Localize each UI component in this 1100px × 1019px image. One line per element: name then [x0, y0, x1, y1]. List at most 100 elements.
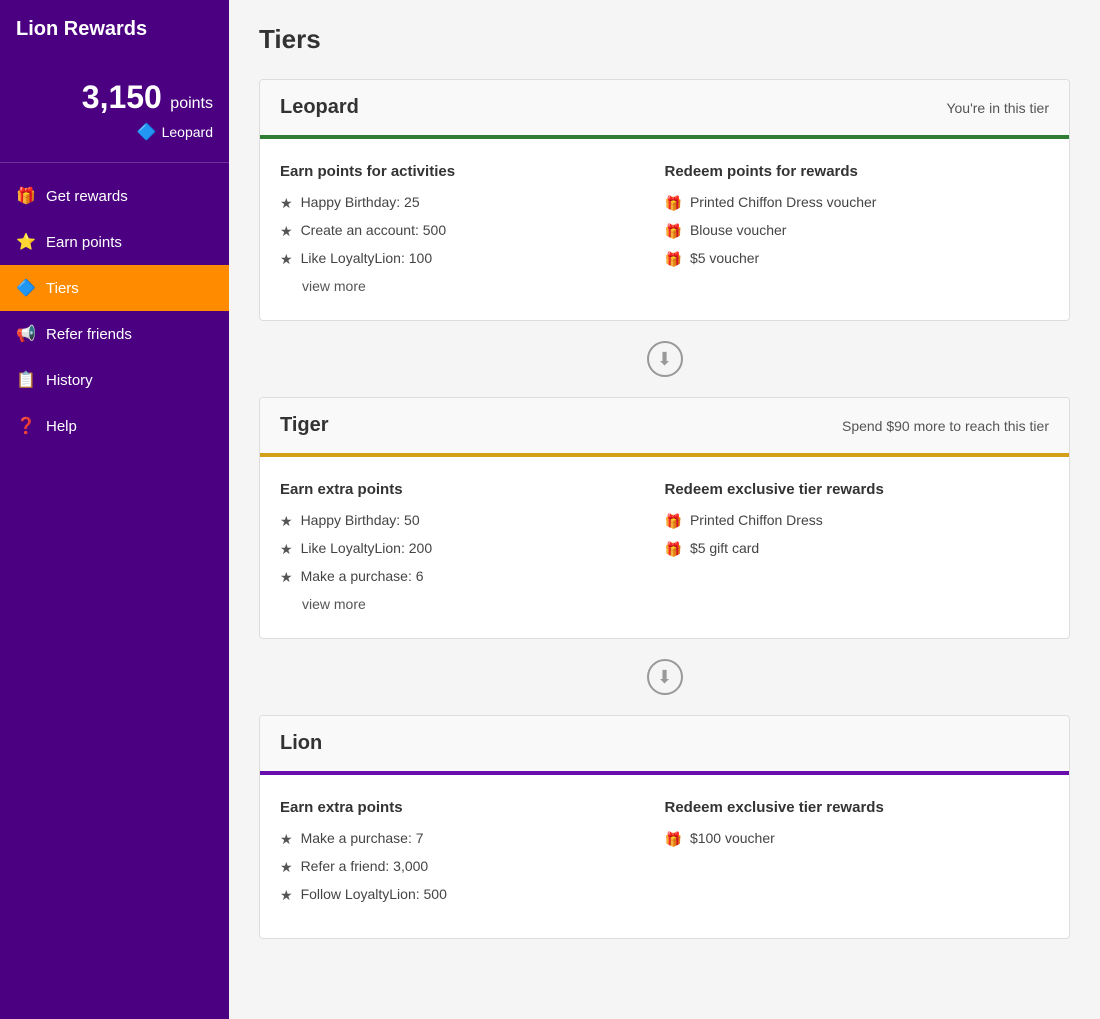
redeem-col: Redeem exclusive tier rewards 🎁 $100 vou…	[665, 799, 1050, 914]
redeem-item: 🎁 $100 voucher	[665, 830, 1050, 848]
tier-status: Spend $90 more to reach this tier	[842, 418, 1049, 434]
tier-name: Leopard	[162, 124, 213, 140]
earn-item-text: Like LoyaltyLion: 200	[301, 540, 433, 556]
earn-item-text: Create an account: 500	[301, 222, 447, 238]
redeem-item: 🎁 Printed Chiffon Dress	[665, 512, 1050, 530]
sidebar-item-label: Tiers	[46, 280, 79, 297]
points-label: points	[170, 95, 213, 112]
help-icon: ❓	[16, 416, 36, 436]
earn-item-text: Happy Birthday: 25	[301, 194, 420, 210]
tier-body: Earn points for activities ★ Happy Birth…	[260, 139, 1069, 320]
tier-name: Lion	[280, 732, 322, 755]
gift-icon: 🎁	[665, 251, 682, 268]
earn-item: ★ Follow LoyaltyLion: 500	[280, 886, 665, 904]
sidebar-item-history[interactable]: 📋 History	[0, 357, 229, 403]
redeem-item: 🎁 Blouse voucher	[665, 222, 1050, 240]
sidebar-item-earn-points[interactable]: ⭐ Earn points	[0, 219, 229, 265]
star-icon: ★	[280, 859, 293, 876]
down-arrow-icon: ⬇	[647, 341, 683, 377]
gift-icon: 🎁	[665, 223, 682, 240]
star-icon: ★	[280, 223, 293, 240]
sidebar: Lion Rewards 3,150 points 🔷 Leopard 🎁 Ge…	[0, 0, 229, 1019]
sidebar-item-help[interactable]: ❓ Help	[0, 403, 229, 449]
earn-title: Earn extra points	[280, 481, 665, 498]
points-area: 3,150 points 🔷 Leopard	[0, 59, 229, 163]
history-icon: 📋	[16, 370, 36, 390]
page-title: Tiers	[259, 24, 1070, 55]
tier-separator: ⬇	[259, 639, 1070, 715]
sidebar-item-label: Get rewards	[46, 188, 128, 205]
star-icon: ★	[280, 569, 293, 586]
redeem-item-text: $5 voucher	[690, 250, 759, 266]
tier-badge: 🔷 Leopard	[16, 122, 213, 142]
redeem-item-text: Printed Chiffon Dress voucher	[690, 194, 877, 210]
earn-item: ★ Make a purchase: 6	[280, 568, 665, 586]
redeem-item: 🎁 Printed Chiffon Dress voucher	[665, 194, 1050, 212]
sidebar-item-label: Refer friends	[46, 326, 132, 343]
earn-item-text: Make a purchase: 7	[301, 830, 424, 846]
tier-header: Lion	[260, 716, 1069, 771]
tier-header: Tiger Spend $90 more to reach this tier	[260, 398, 1069, 453]
star-icon: ★	[280, 831, 293, 848]
redeem-item: 🎁 $5 gift card	[665, 540, 1050, 558]
sidebar-item-label: Help	[46, 418, 77, 435]
tiers-container: Leopard You're in this tier Earn points …	[259, 79, 1070, 939]
refer-friends-icon: 📢	[16, 324, 36, 344]
tier-body: Earn extra points ★ Happy Birthday: 50 ★…	[260, 457, 1069, 638]
tier-name: Tiger	[280, 414, 329, 437]
get-rewards-icon: 🎁	[16, 186, 36, 206]
tier-separator: ⬇	[259, 321, 1070, 397]
earn-col: Earn points for activities ★ Happy Birth…	[280, 163, 665, 296]
earn-item: ★ Create an account: 500	[280, 222, 665, 240]
earn-item: ★ Happy Birthday: 50	[280, 512, 665, 530]
tier-name: Leopard	[280, 96, 359, 119]
sidebar-nav: 🎁 Get rewards ⭐ Earn points 🔷 Tiers 📢 Re…	[0, 173, 229, 449]
redeem-col: Redeem exclusive tier rewards 🎁 Printed …	[665, 481, 1050, 614]
sidebar-item-label: History	[46, 372, 93, 389]
redeem-title: Redeem exclusive tier rewards	[665, 799, 1050, 816]
tier-card-lion: Lion Earn extra points ★ Make a purchase…	[259, 715, 1070, 939]
tier-card-leopard: Leopard You're in this tier Earn points …	[259, 79, 1070, 321]
star-icon: ★	[280, 513, 293, 530]
redeem-title: Redeem exclusive tier rewards	[665, 481, 1050, 498]
view-more-link[interactable]: view more	[302, 278, 366, 294]
earn-col: Earn extra points ★ Happy Birthday: 50 ★…	[280, 481, 665, 614]
redeem-item-text: $100 voucher	[690, 830, 775, 846]
earn-item-text: Refer a friend: 3,000	[301, 858, 429, 874]
earn-col: Earn extra points ★ Make a purchase: 7 ★…	[280, 799, 665, 914]
star-icon: ★	[280, 887, 293, 904]
main-content: Tiers Leopard You're in this tier Earn p…	[229, 0, 1100, 1019]
earn-title: Earn points for activities	[280, 163, 665, 180]
sidebar-item-get-rewards[interactable]: 🎁 Get rewards	[0, 173, 229, 219]
redeem-item: 🎁 $5 voucher	[665, 250, 1050, 268]
gift-icon: 🎁	[665, 513, 682, 530]
earn-item-text: Follow LoyaltyLion: 500	[301, 886, 447, 902]
sidebar-item-tiers[interactable]: 🔷 Tiers	[0, 265, 229, 311]
tier-icon: 🔷	[137, 122, 157, 142]
tier-status: You're in this tier	[946, 100, 1049, 116]
redeem-item-text: $5 gift card	[690, 540, 759, 556]
down-arrow-icon: ⬇	[647, 659, 683, 695]
sidebar-item-refer-friends[interactable]: 📢 Refer friends	[0, 311, 229, 357]
redeem-item-text: Printed Chiffon Dress	[690, 512, 823, 528]
app-title: Lion Rewards	[0, 0, 229, 59]
view-more-link[interactable]: view more	[302, 596, 366, 612]
star-icon: ★	[280, 251, 293, 268]
earn-item: ★ Make a purchase: 7	[280, 830, 665, 848]
gift-icon: 🎁	[665, 541, 682, 558]
redeem-col: Redeem points for rewards 🎁 Printed Chif…	[665, 163, 1050, 296]
earn-item: ★ Refer a friend: 3,000	[280, 858, 665, 876]
redeem-title: Redeem points for rewards	[665, 163, 1050, 180]
tiers-icon: 🔷	[16, 278, 36, 298]
earn-title: Earn extra points	[280, 799, 665, 816]
earn-item: ★ Happy Birthday: 25	[280, 194, 665, 212]
earn-item-text: Like LoyaltyLion: 100	[301, 250, 433, 266]
earn-points-icon: ⭐	[16, 232, 36, 252]
earn-item: ★ Like LoyaltyLion: 100	[280, 250, 665, 268]
star-icon: ★	[280, 195, 293, 212]
tier-header: Leopard You're in this tier	[260, 80, 1069, 135]
earn-item: ★ Like LoyaltyLion: 200	[280, 540, 665, 558]
star-icon: ★	[280, 541, 293, 558]
points-count: 3,150	[82, 79, 162, 115]
gift-icon: 🎁	[665, 831, 682, 848]
